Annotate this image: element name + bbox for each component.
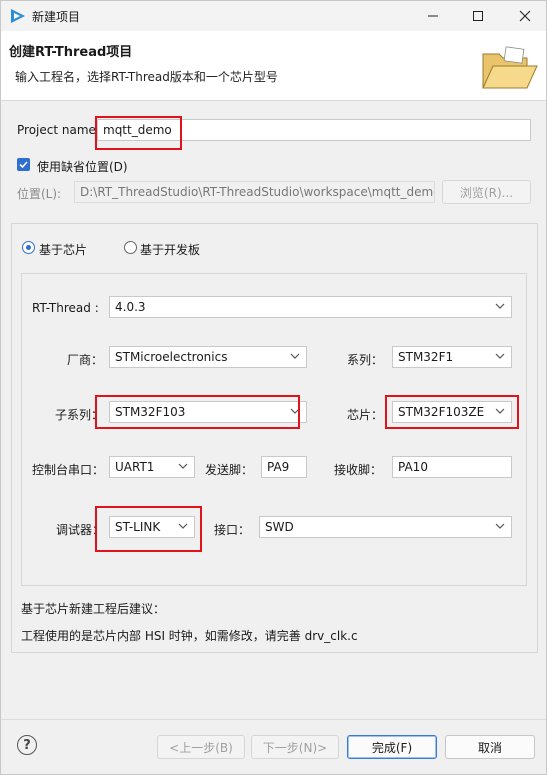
interface-value: SWD <box>265 520 294 534</box>
use-default-location-label: 使用缺省位置(D) <box>37 160 128 174</box>
project-name-label: Project name <box>17 123 96 137</box>
rt-thread-app-icon <box>11 9 25 23</box>
advice-text: 工程使用的是芯片内部 HSI 时钟，如需修改，请完善 drv_clk.c <box>21 629 358 643</box>
title-bar: 新建项目 <box>1 1 546 31</box>
chevron-down-icon <box>495 408 505 414</box>
debugger-select[interactable]: ST-LINK <box>109 516 195 538</box>
board-mode-label: 基于开发板 <box>140 243 201 257</box>
chip-select[interactable]: STM32F103ZE <box>392 401 512 423</box>
chevron-down-icon <box>290 408 300 414</box>
minimize-button[interactable] <box>416 1 450 31</box>
wizard-title: 创建RT-Thread项目 <box>9 45 133 60</box>
chevron-down-icon <box>495 353 505 359</box>
console-uart-value: UART1 <box>115 460 155 474</box>
maximize-icon <box>473 11 483 21</box>
subseries-value: STM32F103 <box>115 405 186 419</box>
chip-mode-radio[interactable] <box>22 241 35 254</box>
series-value: STM32F1 <box>398 350 454 364</box>
series-label: 系列： <box>347 353 384 367</box>
debugger-label: 调试器： <box>56 523 105 537</box>
advice-heading: 基于芯片新建工程后建议： <box>21 602 166 616</box>
console-uart-label: 控制台串口： <box>32 463 105 477</box>
chip-value: STM32F103ZE <box>398 405 485 419</box>
minimize-icon <box>428 15 438 17</box>
vendor-value: STMicroelectronics <box>115 350 228 364</box>
rx-pin-input[interactable]: PA10 <box>392 456 512 478</box>
chip-details-group <box>21 273 527 586</box>
back-button[interactable]: <上一步(B) <box>157 735 245 759</box>
project-name-input[interactable]: mqtt_demo <box>97 119 531 141</box>
window-title: 新建项目 <box>32 10 81 24</box>
interface-select[interactable]: SWD <box>259 516 512 538</box>
checkmark-icon <box>19 161 28 169</box>
chevron-down-icon <box>178 523 188 529</box>
new-project-dialog: 新建项目 创建RT-Thread项目 输入工程名，选择RT-Thread版本和一… <box>0 0 547 775</box>
rtthread-version-value: 4.0.3 <box>115 300 146 314</box>
wizard-header: 创建RT-Thread项目 输入工程名，选择RT-Thread版本和一个芯片型号 <box>1 31 546 101</box>
cancel-button[interactable]: 取消 <box>445 735 535 759</box>
rx-pin-label: 接收脚： <box>334 463 383 477</box>
location-input[interactable]: D:\RT_ThreadStudio\RT-ThreadStudio\works… <box>74 181 435 203</box>
series-select[interactable]: STM32F1 <box>392 346 512 368</box>
subseries-select[interactable]: STM32F103 <box>109 401 307 423</box>
debugger-value: ST-LINK <box>115 520 161 534</box>
maximize-button[interactable] <box>461 1 495 31</box>
finish-button[interactable]: 完成(F) <box>347 735 437 759</box>
folder-open-icon <box>482 46 538 89</box>
chevron-down-icon <box>495 523 505 529</box>
vendor-label: 厂商： <box>67 353 104 367</box>
help-icon[interactable]: ? <box>17 735 37 755</box>
footer-separator <box>1 719 546 720</box>
console-uart-select[interactable]: UART1 <box>109 456 195 478</box>
chevron-down-icon <box>495 303 505 309</box>
next-button[interactable]: 下一步(N)> <box>251 735 339 759</box>
wizard-subtitle: 输入工程名，选择RT-Thread版本和一个芯片型号 <box>15 70 278 84</box>
board-mode-radio[interactable] <box>124 241 137 254</box>
chevron-down-icon <box>290 353 300 359</box>
subseries-label: 子系列： <box>55 408 104 422</box>
chip-mode-label: 基于芯片 <box>39 243 88 257</box>
vendor-select[interactable]: STMicroelectronics <box>109 346 307 368</box>
interface-label: 接口： <box>214 523 251 537</box>
close-button[interactable] <box>508 1 542 31</box>
rtthread-version-label: RT-Thread : <box>32 301 99 315</box>
close-icon <box>519 10 531 22</box>
use-default-location-checkbox[interactable] <box>17 158 30 171</box>
rtthread-version-select[interactable]: 4.0.3 <box>109 296 512 318</box>
browse-button[interactable]: 浏览(R)... <box>442 180 531 204</box>
tx-pin-label: 发送脚： <box>205 463 254 477</box>
chip-label: 芯片： <box>347 408 384 422</box>
chevron-down-icon <box>178 463 188 469</box>
location-label: 位置(L): <box>17 187 62 201</box>
tx-pin-input[interactable]: PA9 <box>261 456 307 478</box>
